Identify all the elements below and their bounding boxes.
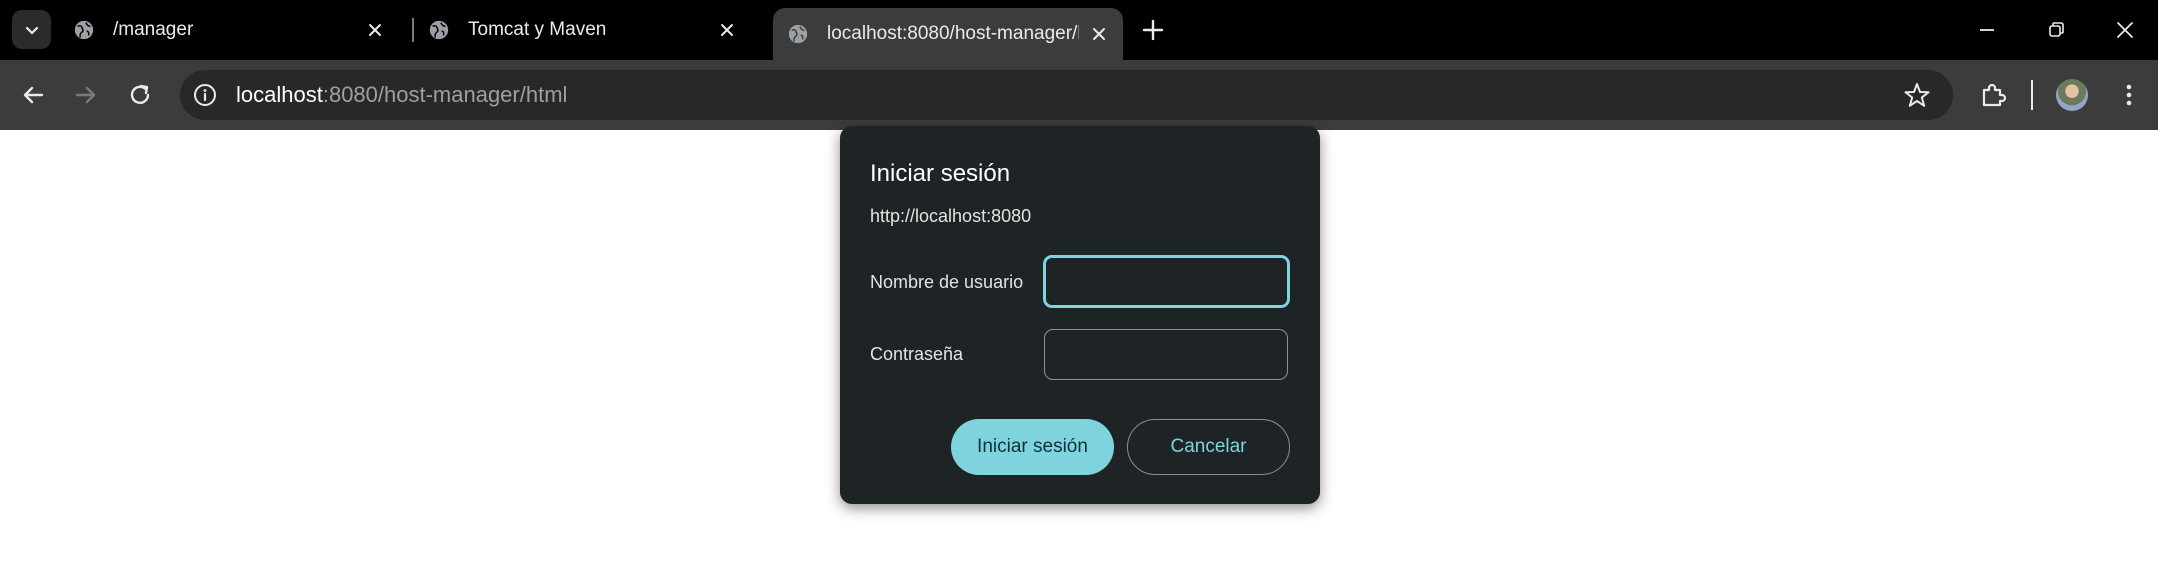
sign-in-button[interactable]: Iniciar sesión bbox=[951, 419, 1114, 475]
tab-strip: /manager Tomcat y Maven localhost:8080/h… bbox=[0, 0, 2158, 60]
new-tab-plus-icon[interactable] bbox=[1140, 17, 1166, 43]
tab-title: Tomcat y Maven bbox=[468, 19, 607, 40]
password-field[interactable] bbox=[1044, 329, 1288, 380]
tab-title: localhost:8080/host-manager/h bbox=[827, 23, 1079, 44]
menu-kebab-icon[interactable] bbox=[2111, 77, 2147, 113]
globe-icon bbox=[788, 24, 808, 44]
toolbar-divider bbox=[2031, 80, 2033, 110]
close-window-icon[interactable] bbox=[2111, 16, 2139, 44]
back-arrow-icon[interactable] bbox=[15, 77, 51, 113]
extensions-puzzle-icon[interactable] bbox=[1975, 77, 2011, 113]
forward-arrow-icon[interactable] bbox=[68, 77, 104, 113]
reload-icon[interactable] bbox=[122, 77, 158, 113]
close-icon[interactable] bbox=[1089, 24, 1109, 44]
dialog-title: Iniciar sesión bbox=[870, 160, 1011, 187]
bookmark-star-icon[interactable] bbox=[1903, 81, 1931, 109]
url-host: localhost bbox=[236, 82, 323, 107]
profile-avatar[interactable] bbox=[2056, 79, 2088, 111]
tab-tomcat-maven[interactable]: Tomcat y Maven bbox=[410, 0, 757, 60]
restore-icon[interactable] bbox=[2042, 16, 2070, 44]
chevron-down-icon bbox=[25, 26, 38, 34]
minimize-icon[interactable] bbox=[1973, 16, 2001, 44]
tab-host-manager[interactable]: localhost:8080/host-manager/h bbox=[773, 8, 1123, 60]
cancel-button[interactable]: Cancelar bbox=[1127, 419, 1290, 475]
url-path: :8080/host-manager/html bbox=[322, 82, 568, 107]
sign-in-dialog: Iniciar sesión http://localhost:8080 Nom… bbox=[840, 126, 1320, 504]
tab-manager[interactable]: /manager bbox=[55, 0, 405, 60]
globe-icon bbox=[429, 20, 449, 40]
site-info-icon[interactable] bbox=[192, 82, 218, 108]
url-text[interactable]: localhost:8080/host-manager/html bbox=[236, 82, 567, 108]
browser-toolbar: localhost:8080/host-manager/html bbox=[0, 60, 2158, 130]
password-label: Contraseña bbox=[870, 344, 964, 364]
close-icon[interactable] bbox=[717, 20, 737, 40]
close-icon[interactable] bbox=[365, 20, 385, 40]
tab-search-button[interactable] bbox=[12, 10, 51, 49]
username-label: Nombre de usuario bbox=[870, 272, 1024, 292]
dialog-origin: http://localhost:8080 bbox=[870, 206, 1032, 226]
globe-icon bbox=[74, 20, 94, 40]
tab-title: /manager bbox=[113, 19, 194, 40]
username-field[interactable] bbox=[1043, 255, 1290, 308]
address-bar[interactable]: localhost:8080/host-manager/html bbox=[180, 70, 1953, 120]
